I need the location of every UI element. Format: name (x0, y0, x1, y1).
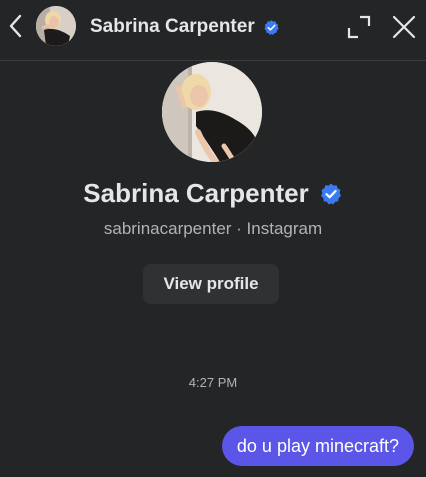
verified-badge-icon (320, 183, 341, 204)
header-title: Sabrina Carpenter (90, 16, 255, 37)
profile-avatar[interactable] (162, 62, 262, 162)
profile-photo (162, 62, 262, 162)
message-timestamp: 4:27 PM (188, 375, 238, 390)
chat-header: Sabrina Carpenter (0, 0, 426, 56)
profile-subtitle: sabrinacarpenter · Instagram (103, 219, 323, 238)
message-text: do u play minecraft? (236, 435, 399, 456)
expand-button[interactable] (346, 14, 372, 40)
close-icon (392, 15, 416, 39)
header-title-group: Sabrina Carpenter (90, 14, 280, 40)
header-avatar[interactable] (36, 6, 76, 46)
close-button[interactable] (390, 13, 418, 41)
back-button[interactable] (4, 12, 28, 40)
profile-name-group: Sabrina Carpenter (0, 178, 426, 209)
avatar-photo (36, 6, 76, 46)
expand-icon (347, 15, 371, 39)
verified-badge-icon (264, 19, 279, 35)
view-profile-button[interactable]: View profile (143, 264, 279, 304)
header-divider (0, 60, 426, 61)
outgoing-message-bubble[interactable]: do u play minecraft? (221, 426, 414, 466)
chevron-left-icon (9, 14, 22, 38)
profile-name: Sabrina Carpenter (83, 178, 309, 208)
